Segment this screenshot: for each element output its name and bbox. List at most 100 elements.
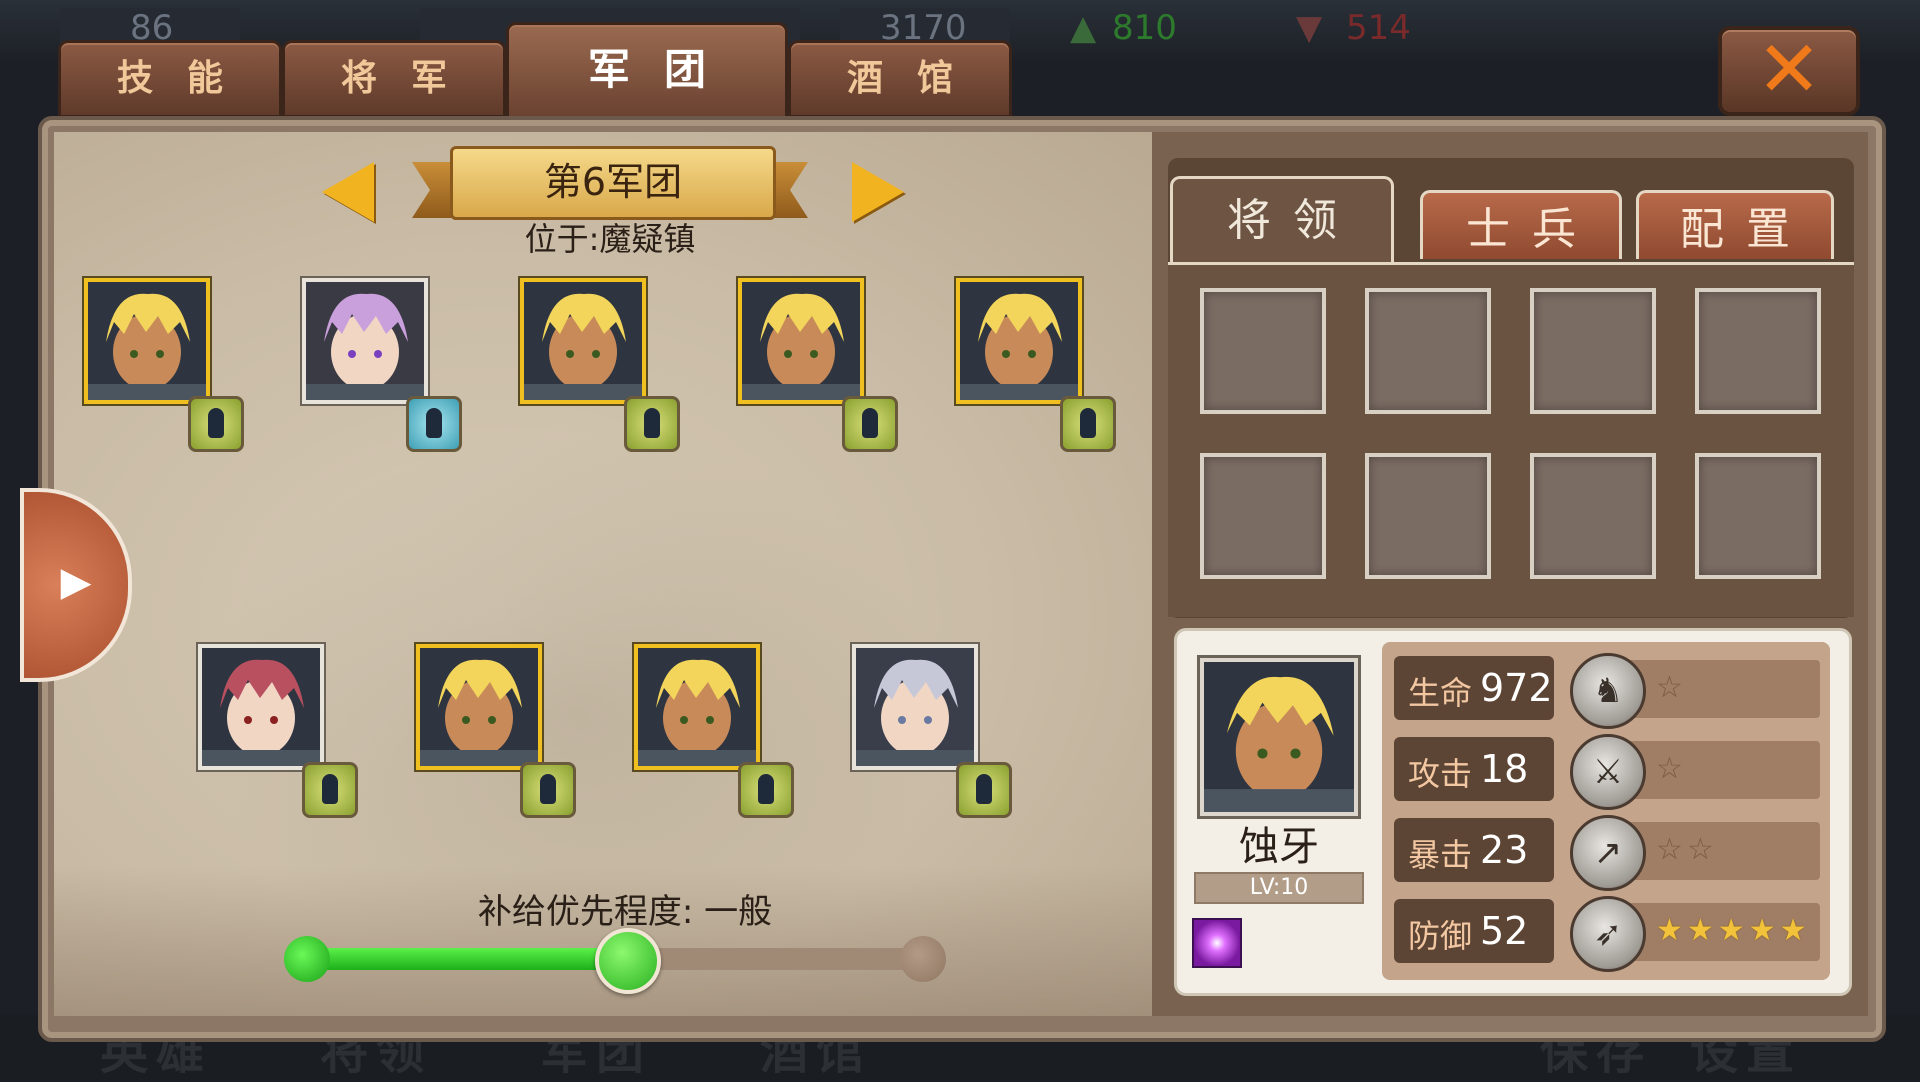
selected-hero-portrait — [1200, 658, 1358, 816]
soldier-figure — [758, 774, 774, 804]
soldier-type-icon[interactable] — [520, 762, 576, 818]
soldier-figure — [1080, 408, 1096, 438]
legion-location: 位于:魔疑镇 — [524, 220, 696, 258]
bow-icon[interactable]: ➶ — [1570, 896, 1646, 972]
silver-hair-hero-face — [856, 648, 974, 766]
soldier-type-icon[interactable] — [624, 396, 680, 452]
stat-2: 暴击 23 — [1394, 818, 1554, 882]
tab-skills[interactable]: 技能 — [58, 40, 282, 118]
blond-hero-face — [960, 282, 1078, 400]
stat-rating-bar: ★★★★★ — [1620, 903, 1820, 961]
commander-slot[interactable] — [1530, 453, 1656, 579]
prev-legion-arrow-icon[interactable] — [322, 162, 374, 222]
close-button[interactable]: ✕ — [1718, 26, 1860, 116]
stat-label: 防御 — [1408, 917, 1473, 955]
stat-value: 972 — [1480, 666, 1553, 710]
stat-value: 52 — [1480, 909, 1529, 953]
star-rating: ☆ — [1656, 670, 1687, 705]
stat-value: 18 — [1480, 747, 1529, 791]
tab-soldiers[interactable]: 士兵 — [1420, 190, 1622, 259]
commander-slot[interactable] — [1530, 288, 1656, 414]
sword-icon[interactable]: ⚔ — [1570, 734, 1646, 810]
tab-commanders[interactable]: 将领 — [1170, 176, 1394, 263]
horse-icon-glyph: ♞ — [1592, 671, 1624, 711]
spear-icon-glyph: ↗ — [1593, 833, 1623, 873]
supply-slider-end-dot — [900, 936, 946, 982]
hero-card-bottom-2[interactable] — [634, 644, 760, 770]
down-arrow-icon: ▼ — [1296, 8, 1323, 48]
tab-tavern[interactable]: 酒馆 — [788, 40, 1012, 118]
supply-slider-fill — [306, 948, 624, 970]
commander-slot[interactable] — [1365, 288, 1491, 414]
soldier-type-icon[interactable] — [188, 396, 244, 452]
soldier-figure — [426, 408, 442, 438]
blond-hero-face — [742, 282, 860, 400]
legion-title: 第6军团 — [450, 146, 776, 220]
up-arrow-icon: ▲ — [1070, 8, 1097, 48]
soldier-figure — [644, 408, 660, 438]
star-rating: ☆☆ — [1656, 832, 1718, 867]
hero-card-top-2[interactable] — [520, 278, 646, 404]
selected-hero-name: 蚀牙 — [1239, 824, 1319, 870]
stat-label: 暴击 — [1408, 836, 1473, 874]
soldier-figure — [540, 774, 556, 804]
hero-card-bottom-3[interactable] — [852, 644, 978, 770]
commander-slot[interactable] — [1695, 453, 1821, 579]
commander-slot[interactable] — [1695, 288, 1821, 414]
supply-slider-start-dot — [284, 936, 330, 982]
spear-icon[interactable]: ↗ — [1570, 815, 1646, 891]
stat-3: 防御 52 — [1394, 899, 1554, 963]
pink-girl-hero-face — [306, 282, 424, 400]
hero-card-top-4[interactable] — [956, 278, 1082, 404]
skill-sparkle-icon[interactable] — [1192, 918, 1242, 968]
supply-priority-label: 补给优先程度: 一般 — [477, 892, 773, 932]
hero-card-top-1[interactable] — [302, 278, 428, 404]
star-rating: ★★★★★ — [1656, 913, 1811, 948]
blond-hero-face — [420, 648, 538, 766]
tab-config[interactable]: 配置 — [1636, 190, 1834, 259]
close-icon: ✕ — [1756, 25, 1822, 115]
stat-rating-bar: ☆☆ — [1620, 822, 1820, 880]
stat-label: 攻击 — [1408, 755, 1473, 793]
horse-icon[interactable]: ♞ — [1570, 653, 1646, 729]
selected-hero-level: LV:10 — [1194, 872, 1364, 904]
commander-slot[interactable] — [1200, 453, 1326, 579]
soldier-type-icon[interactable] — [842, 396, 898, 452]
soldier-figure — [208, 408, 224, 438]
hero-card-bottom-1[interactable] — [416, 644, 542, 770]
tab-legion[interactable]: 军团 — [506, 22, 788, 120]
loss-value: 514 — [1346, 8, 1411, 48]
soldier-figure — [322, 774, 338, 804]
soldier-type-icon[interactable] — [406, 396, 462, 452]
star-rating: ☆ — [1656, 751, 1687, 786]
supply-slider-knob[interactable] — [595, 928, 661, 994]
hero-card-top-0[interactable] — [84, 278, 210, 404]
commander-slot[interactable] — [1365, 453, 1491, 579]
stat-0: 生命 972 — [1394, 656, 1554, 720]
bow-icon-glyph: ➶ — [1593, 914, 1623, 954]
play-arrow-icon: ▶ — [60, 559, 92, 605]
soldier-figure — [976, 774, 992, 804]
soldier-type-icon[interactable] — [738, 762, 794, 818]
red-hair-hero-face — [202, 648, 320, 766]
stat-value: 23 — [1480, 828, 1529, 872]
gain-value: 810 — [1112, 8, 1177, 48]
soldier-figure — [862, 408, 878, 438]
blond-hero-face — [88, 282, 206, 400]
hero-card-top-3[interactable] — [738, 278, 864, 404]
stat-rating-bar: ☆ — [1620, 660, 1820, 718]
stat-label: 生命 — [1408, 674, 1473, 712]
stat-rating-bar: ☆ — [1620, 741, 1820, 799]
soldier-type-icon[interactable] — [302, 762, 358, 818]
blond-hero-face — [638, 648, 756, 766]
hero-card-bottom-0[interactable] — [198, 644, 324, 770]
commander-slot[interactable] — [1200, 288, 1326, 414]
soldier-type-icon[interactable] — [1060, 396, 1116, 452]
blond-hero-face — [1204, 662, 1354, 812]
sword-icon-glyph: ⚔ — [1592, 752, 1624, 792]
stat-1: 攻击 18 — [1394, 737, 1554, 801]
soldier-type-icon[interactable] — [956, 762, 1012, 818]
next-legion-arrow-icon[interactable] — [852, 162, 904, 222]
tab-generals[interactable]: 将军 — [282, 40, 506, 118]
blond-hero-face — [524, 282, 642, 400]
